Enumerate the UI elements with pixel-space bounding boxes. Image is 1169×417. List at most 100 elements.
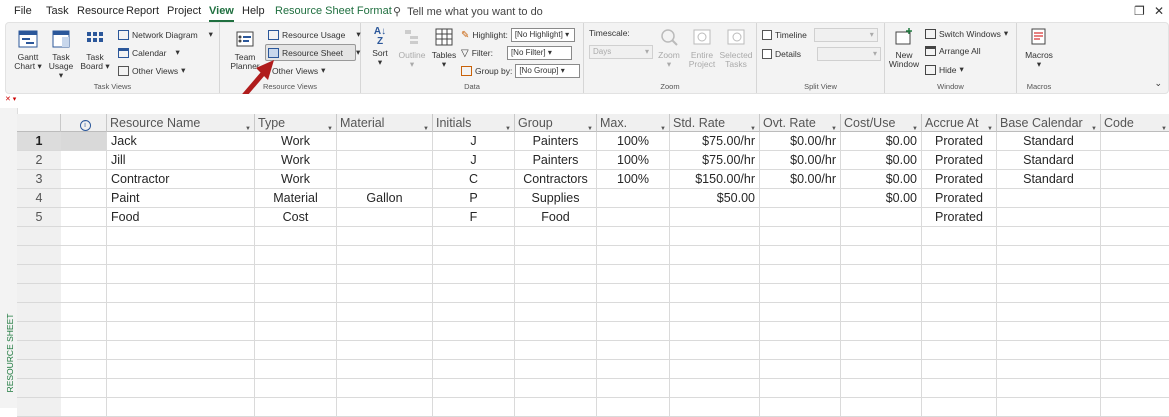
gantt-chart-button[interactable]: Gantt Chart ▾ — [12, 29, 44, 71]
entire-project-button[interactable]: Entire Project — [687, 27, 717, 69]
empty-cell[interactable] — [922, 265, 997, 284]
cell-std[interactable]: $75.00/hr — [670, 151, 760, 170]
indicator-cell[interactable] — [61, 132, 107, 151]
cell-type[interactable]: Material — [255, 189, 337, 208]
empty-cell[interactable] — [107, 246, 255, 265]
empty-cell[interactable] — [997, 284, 1101, 303]
column-header-max[interactable]: Max. ▼ — [597, 114, 670, 132]
task-usage-button[interactable]: Task Usage ▾ — [46, 29, 76, 80]
indicator-cell[interactable] — [61, 170, 107, 189]
indicator-cell[interactable] — [61, 208, 107, 227]
empty-cell[interactable] — [337, 341, 433, 360]
empty-cell[interactable] — [515, 303, 597, 322]
row-header[interactable]: 4 — [17, 189, 61, 208]
empty-cell[interactable] — [841, 360, 922, 379]
empty-cell[interactable] — [597, 265, 670, 284]
empty-cell[interactable] — [841, 341, 922, 360]
empty-cell[interactable] — [515, 265, 597, 284]
collapse-ribbon-icon[interactable]: ⌄ — [1154, 78, 1162, 89]
empty-cell[interactable] — [433, 360, 515, 379]
empty-cell[interactable] — [255, 322, 337, 341]
empty-cell[interactable] — [1101, 265, 1169, 284]
indicator-cell[interactable] — [61, 322, 107, 341]
empty-cell[interactable] — [841, 284, 922, 303]
row-header[interactable] — [17, 227, 61, 246]
empty-cell[interactable] — [255, 265, 337, 284]
row-header[interactable] — [17, 246, 61, 265]
empty-cell[interactable] — [997, 303, 1101, 322]
empty-cell[interactable] — [922, 341, 997, 360]
cell-type[interactable]: Work — [255, 170, 337, 189]
cell-name[interactable]: Jill — [107, 151, 255, 170]
column-filter-icon[interactable]: ▼ — [505, 120, 511, 131]
empty-cell[interactable] — [922, 227, 997, 246]
cell-cost[interactable]: $0.00 — [841, 170, 922, 189]
empty-cell[interactable] — [997, 246, 1101, 265]
cell-std[interactable]: $50.00 — [670, 189, 760, 208]
cell-cost[interactable]: $0.00 — [841, 132, 922, 151]
empty-cell[interactable] — [433, 246, 515, 265]
row-header[interactable] — [17, 341, 61, 360]
column-header-group[interactable]: Group ▼ — [515, 114, 597, 132]
timeline-checkbox[interactable] — [762, 30, 772, 40]
empty-cell[interactable] — [922, 379, 997, 398]
resource-sheet-button[interactable]: Resource Sheet ▾ — [268, 47, 360, 58]
empty-cell[interactable] — [670, 246, 760, 265]
cell-material[interactable] — [337, 170, 433, 189]
column-filter-icon[interactable]: ▼ — [423, 120, 429, 131]
empty-cell[interactable] — [997, 322, 1101, 341]
indicator-cell[interactable] — [61, 379, 107, 398]
cell-accrue[interactable]: Prorated — [922, 151, 997, 170]
network-diagram-button[interactable]: Network Diagram ▾ — [118, 29, 213, 40]
empty-cell[interactable] — [515, 322, 597, 341]
column-filter-icon[interactable]: ▼ — [660, 120, 666, 131]
restore-window-icon[interactable]: ❐ — [1134, 4, 1145, 18]
empty-cell[interactable] — [760, 246, 841, 265]
column-header-std[interactable]: Std. Rate ▼ — [670, 114, 760, 132]
outline-button[interactable]: Outline ▾ — [397, 27, 427, 69]
cell-max[interactable]: 100% — [597, 132, 670, 151]
cell-initials[interactable]: P — [433, 189, 515, 208]
menu-file[interactable]: File — [14, 5, 32, 17]
cell-type[interactable]: Work — [255, 132, 337, 151]
tables-button[interactable]: Tables ▾ — [431, 27, 457, 69]
cell-std[interactable] — [670, 208, 760, 227]
empty-cell[interactable] — [760, 379, 841, 398]
empty-cell[interactable] — [433, 227, 515, 246]
empty-cell[interactable] — [515, 246, 597, 265]
cell-ovt[interactable]: $0.00/hr — [760, 170, 841, 189]
empty-cell[interactable] — [597, 341, 670, 360]
indicator-cell[interactable] — [61, 284, 107, 303]
empty-cell[interactable] — [670, 322, 760, 341]
menu-resource[interactable]: Resource — [77, 5, 124, 17]
column-header-cost[interactable]: Cost/Use ▼ — [841, 114, 922, 132]
cell-material[interactable] — [337, 132, 433, 151]
empty-cell[interactable] — [841, 379, 922, 398]
hide-button[interactable]: Hide ▾ — [925, 64, 964, 75]
column-filter-icon[interactable]: ▼ — [1091, 120, 1097, 131]
selected-tasks-button[interactable]: Selected Tasks — [719, 27, 753, 69]
task-other-views-button[interactable]: Other Views ▾ — [118, 65, 185, 76]
empty-cell[interactable] — [107, 284, 255, 303]
empty-cell[interactable] — [922, 322, 997, 341]
cell-base[interactable] — [997, 189, 1101, 208]
empty-cell[interactable] — [433, 322, 515, 341]
details-dropdown[interactable]: ▾ — [816, 47, 881, 61]
cell-ovt[interactable]: $0.00/hr — [760, 132, 841, 151]
close-icon[interactable]: ✕ — [1154, 4, 1164, 18]
empty-cell[interactable] — [107, 303, 255, 322]
empty-cell[interactable] — [433, 265, 515, 284]
empty-cell[interactable] — [597, 246, 670, 265]
row-header[interactable]: 2 — [17, 151, 61, 170]
cell-material[interactable] — [337, 208, 433, 227]
empty-cell[interactable] — [515, 341, 597, 360]
column-header-accrue[interactable]: Accrue At ▼ — [922, 114, 997, 132]
column-header-initials[interactable]: Initials ▼ — [433, 114, 515, 132]
cancel-entry-icon[interactable]: ✕ ▾ — [5, 95, 16, 103]
empty-cell[interactable] — [997, 379, 1101, 398]
cell-base[interactable]: Standard — [997, 132, 1101, 151]
cell-cost[interactable]: $0.00 — [841, 151, 922, 170]
empty-cell[interactable] — [107, 227, 255, 246]
sort-button[interactable]: A↓ Z Sort ▾ — [367, 27, 393, 67]
empty-cell[interactable] — [1101, 303, 1169, 322]
